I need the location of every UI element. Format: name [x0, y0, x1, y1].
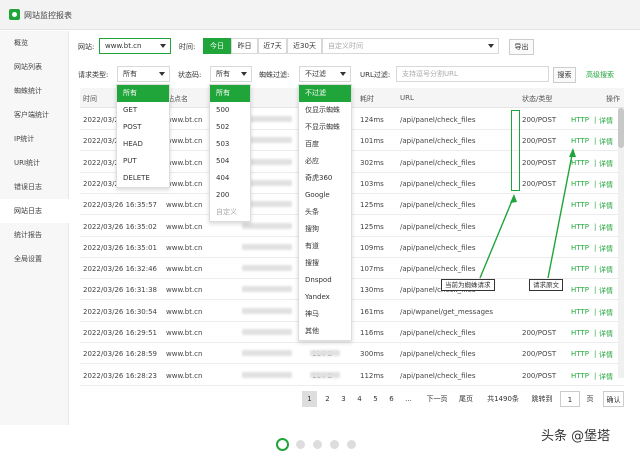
goto-page-input[interactable]: 1	[560, 391, 580, 407]
carousel-dot[interactable]	[330, 440, 339, 449]
page-unit: 页	[586, 395, 594, 403]
carousel-dot[interactable]	[347, 440, 356, 449]
page-4[interactable]: 4	[352, 391, 367, 407]
total-count: 共1490条	[487, 395, 519, 403]
page-5[interactable]: 5	[368, 391, 383, 407]
carousel-dot[interactable]	[313, 440, 322, 449]
arrow-head-icon	[510, 194, 517, 203]
confirm-button[interactable]: 确认	[603, 391, 624, 407]
watermark: 头条 @堡塔	[541, 429, 611, 444]
page-2[interactable]: 2	[320, 391, 335, 407]
goto-label: 跳转到	[531, 395, 553, 403]
carousel-dot[interactable]	[296, 440, 305, 449]
page-1[interactable]: 1	[302, 391, 317, 407]
next-page-button[interactable]: 下一页	[423, 391, 451, 407]
annotation-request-source: 请求原文	[529, 279, 563, 291]
annotation-arrow	[547, 149, 574, 279]
page-ellipsis: ...	[405, 395, 412, 403]
carousel-dot-active[interactable]	[276, 438, 289, 451]
annotation-spider-request: 当前为蜘蛛请求	[441, 279, 495, 291]
annotation-arrows	[479, 148, 576, 279]
page-6[interactable]: 6	[384, 391, 399, 407]
annotation-arrow	[479, 195, 515, 279]
last-page-button[interactable]: 尾页	[455, 391, 477, 407]
arrow-head-icon	[569, 148, 576, 157]
page-3[interactable]: 3	[336, 391, 351, 407]
